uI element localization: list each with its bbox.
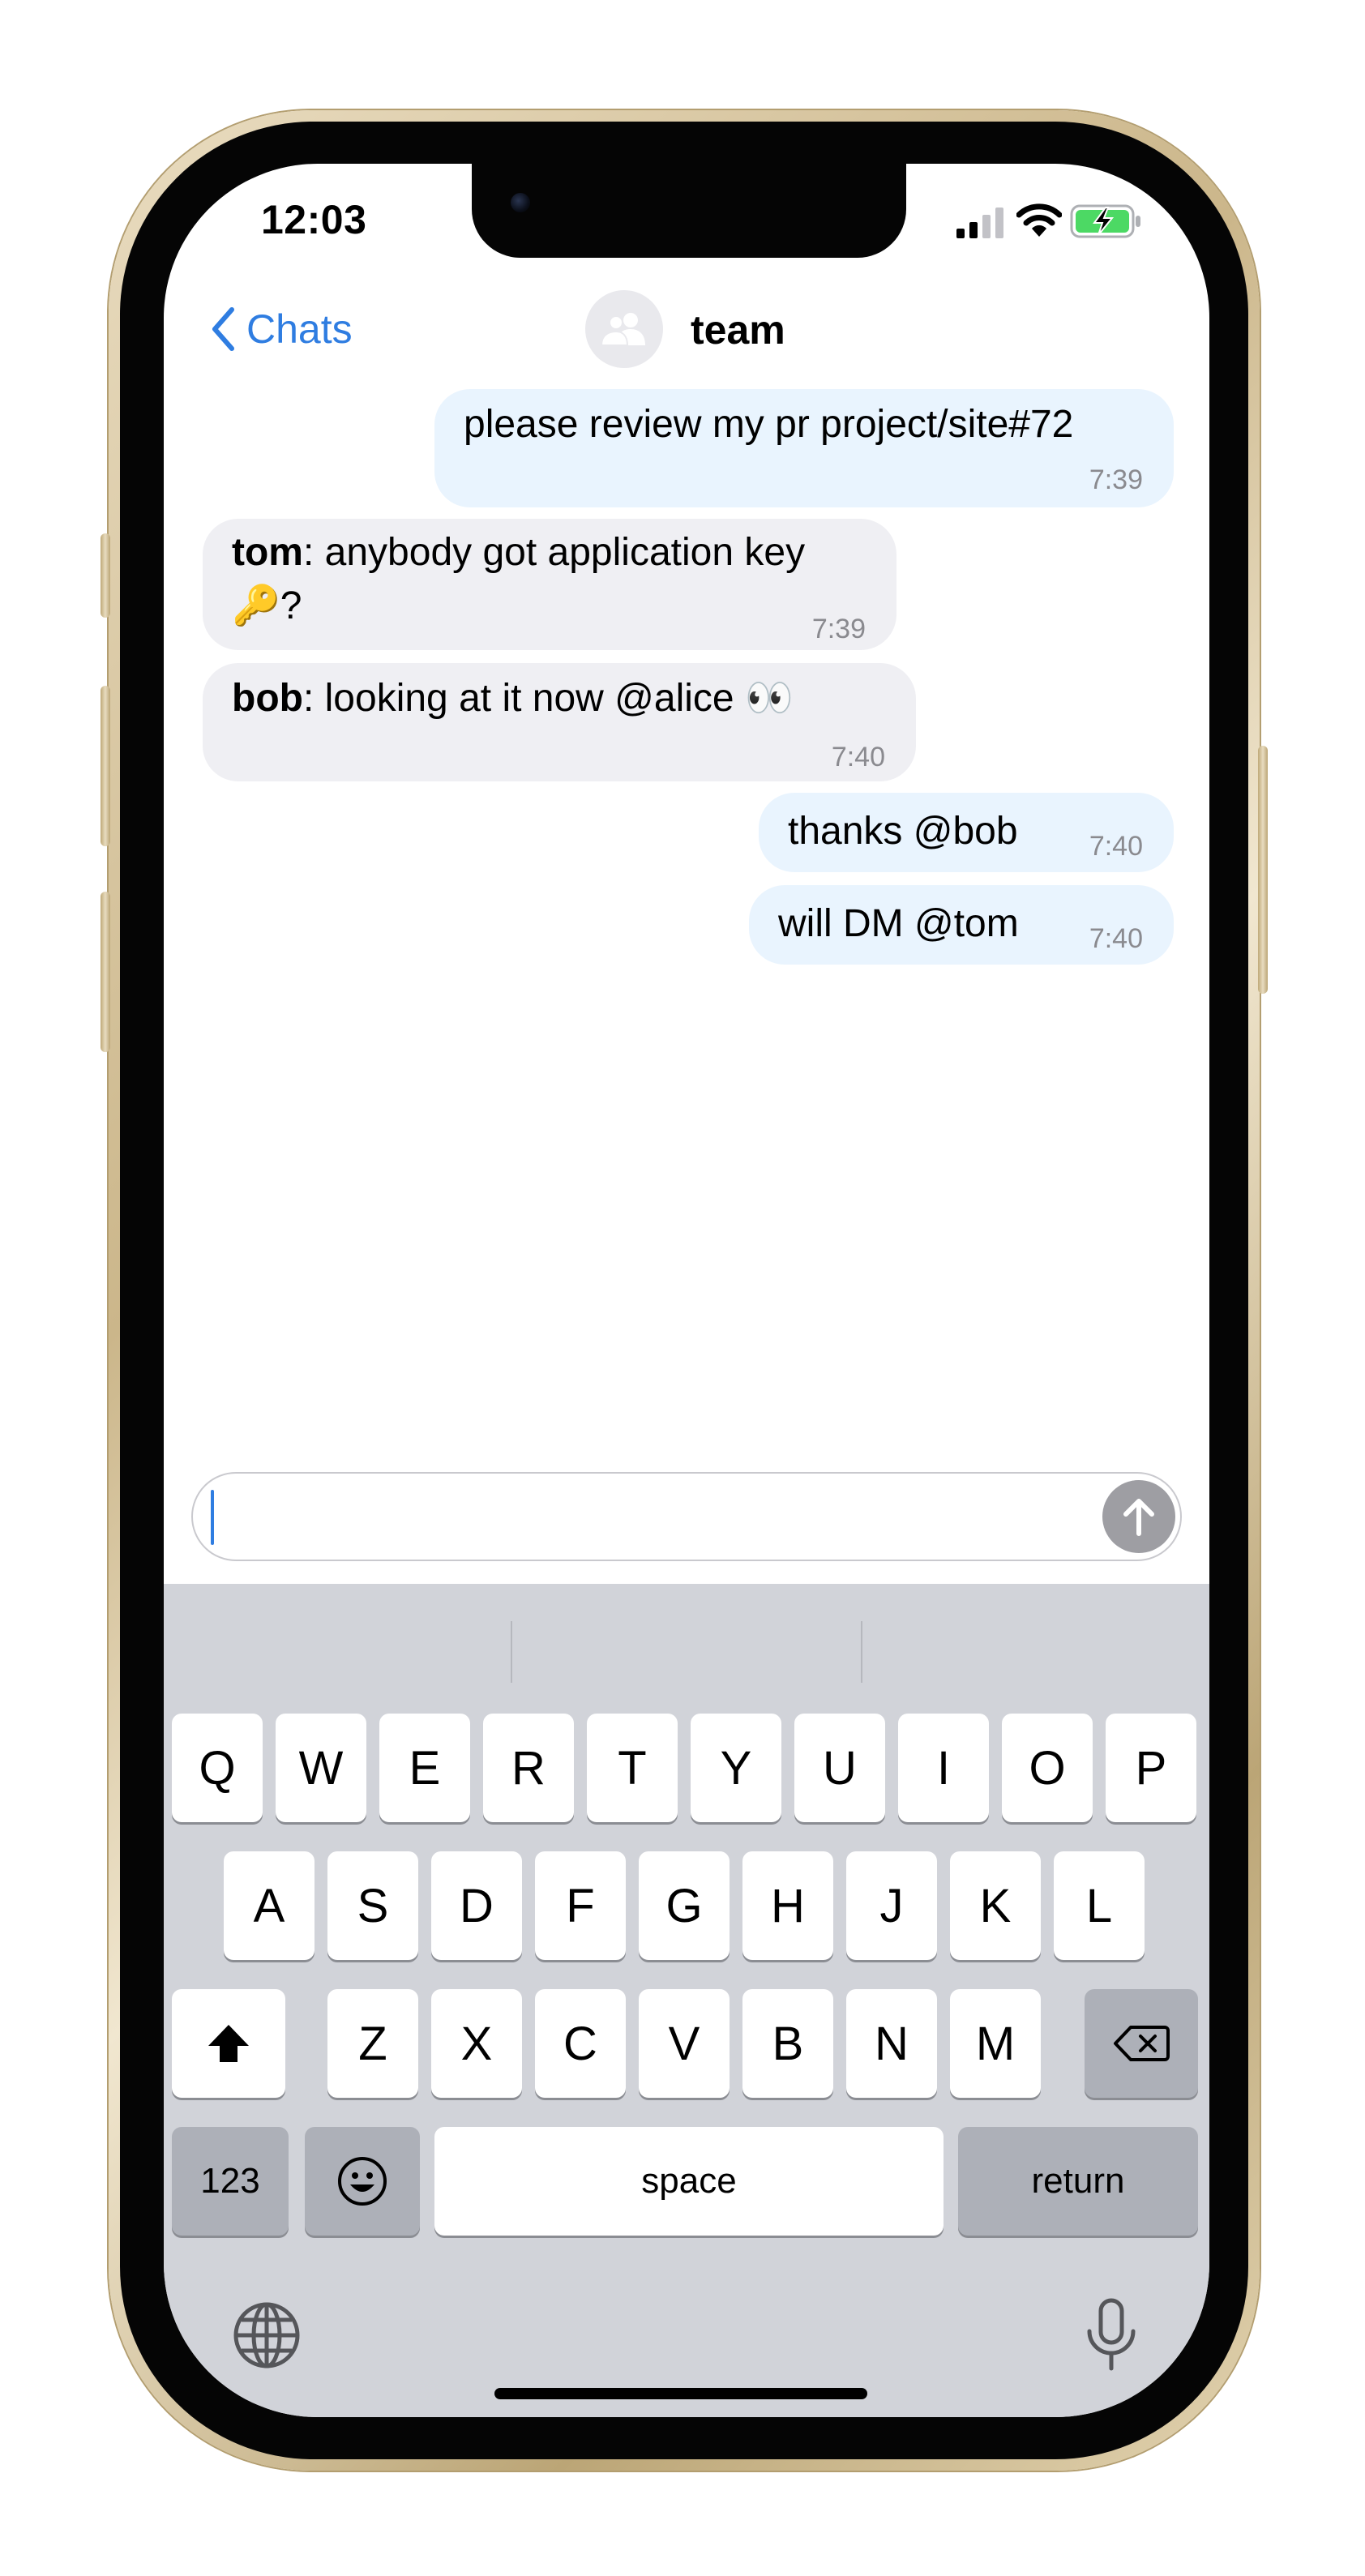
keyboard: Q W E R T Y U I O P A S D F G H J K L Z …	[164, 1584, 1209, 2417]
message-bubble-incoming[interactable]: bob: looking at it now @alice 👀 7:40	[203, 663, 916, 781]
key-o[interactable]: O	[1002, 1714, 1093, 1822]
space-key[interactable]: space	[434, 2127, 944, 2236]
wifi-icon	[1016, 203, 1063, 238]
key-h[interactable]: H	[742, 1851, 833, 1960]
volume-up-button	[101, 686, 110, 846]
message-text: thanks @bob	[788, 810, 1018, 853]
back-button[interactable]: Chats	[211, 303, 353, 355]
message-time: 7:39	[811, 614, 866, 644]
key-t[interactable]: T	[587, 1714, 678, 1822]
suggestion-divider	[861, 1621, 862, 1683]
return-key[interactable]: return	[958, 2127, 1198, 2236]
key-k[interactable]: K	[950, 1851, 1041, 1960]
key-u[interactable]: U	[794, 1714, 885, 1822]
chat-title: team	[691, 307, 785, 353]
chevron-left-icon	[212, 307, 234, 351]
group-avatar[interactable]	[585, 290, 663, 368]
shift-icon	[208, 2025, 249, 2062]
status-time: 12:03	[261, 197, 367, 242]
key-a[interactable]: A	[224, 1851, 315, 1960]
message-text: please review my pr project/site#72	[464, 403, 1074, 446]
camera	[511, 193, 530, 212]
message-sender: tom	[232, 531, 303, 574]
emoji-icon	[338, 2157, 387, 2206]
message-text-line-1: tom: anybody got application key	[232, 527, 805, 579]
message-bubble-outgoing[interactable]: thanks @bob 7:40	[759, 793, 1174, 872]
text-cursor	[211, 1490, 214, 1545]
people-icon	[600, 313, 645, 346]
key-j[interactable]: J	[846, 1851, 937, 1960]
message-text-line-2: 🔑?	[232, 584, 302, 627]
key-p[interactable]: P	[1106, 1714, 1196, 1822]
message-bubble-outgoing[interactable]: please review my pr project/site#72 7:39	[434, 389, 1174, 507]
message-time: 7:40	[1089, 831, 1143, 862]
backspace-icon	[1114, 2026, 1170, 2061]
key-w[interactable]: W	[276, 1714, 366, 1822]
key-e[interactable]: E	[379, 1714, 470, 1822]
key-c[interactable]: C	[535, 1989, 626, 2098]
key-y[interactable]: Y	[691, 1714, 781, 1822]
message-bubble-incoming[interactable]: tom: anybody got application key 🔑? 7:39	[203, 519, 896, 650]
message-text: bob: looking at it now @alice 👀	[232, 677, 794, 720]
message-time: 7:40	[831, 742, 885, 772]
message-text: will DM @tom	[778, 902, 1019, 945]
key-q[interactable]: Q	[172, 1714, 263, 1822]
delete-key[interactable]	[1085, 1989, 1198, 2098]
suggestion-divider	[511, 1621, 512, 1683]
key-s[interactable]: S	[327, 1851, 418, 1960]
key-l[interactable]: L	[1054, 1851, 1145, 1960]
cellular-signal-icon	[955, 206, 1007, 238]
send-button[interactable]	[1102, 1480, 1175, 1553]
notch	[472, 164, 906, 258]
home-indicator	[494, 2388, 867, 2399]
message-time: 7:39	[1089, 464, 1143, 495]
screen: 12:03 Chats team please review my pr pro…	[164, 164, 1209, 2417]
arrow-up-icon	[1123, 1499, 1154, 1536]
volume-down-button	[101, 892, 110, 1052]
message-text: : anybody got application key	[302, 531, 806, 574]
key-r[interactable]: R	[483, 1714, 574, 1822]
key-x[interactable]: X	[431, 1989, 522, 2098]
power-button	[1258, 746, 1268, 994]
message-sender: bob	[232, 677, 303, 720]
back-button-label: Chats	[246, 306, 353, 352]
key-v[interactable]: V	[639, 1989, 730, 2098]
key-i[interactable]: I	[898, 1714, 989, 1822]
message-input[interactable]	[191, 1472, 1182, 1561]
shift-key[interactable]	[172, 1989, 285, 2098]
mute-switch	[101, 533, 110, 618]
key-b[interactable]: B	[742, 1989, 833, 2098]
emoji-key[interactable]	[305, 2127, 420, 2236]
key-n[interactable]: N	[846, 1989, 937, 2098]
numbers-key[interactable]: 123	[172, 2127, 289, 2236]
key-m[interactable]: M	[950, 1989, 1041, 2098]
key-g[interactable]: G	[639, 1851, 730, 1960]
globe-icon[interactable]	[232, 2300, 302, 2370]
key-d[interactable]: D	[431, 1851, 522, 1960]
battery-charging-icon	[1070, 204, 1143, 238]
message-bubble-outgoing[interactable]: will DM @tom 7:40	[749, 885, 1174, 965]
message-time: 7:40	[1089, 923, 1143, 954]
key-z[interactable]: Z	[327, 1989, 418, 2098]
microphone-icon[interactable]	[1085, 2297, 1138, 2372]
key-f[interactable]: F	[535, 1851, 626, 1960]
